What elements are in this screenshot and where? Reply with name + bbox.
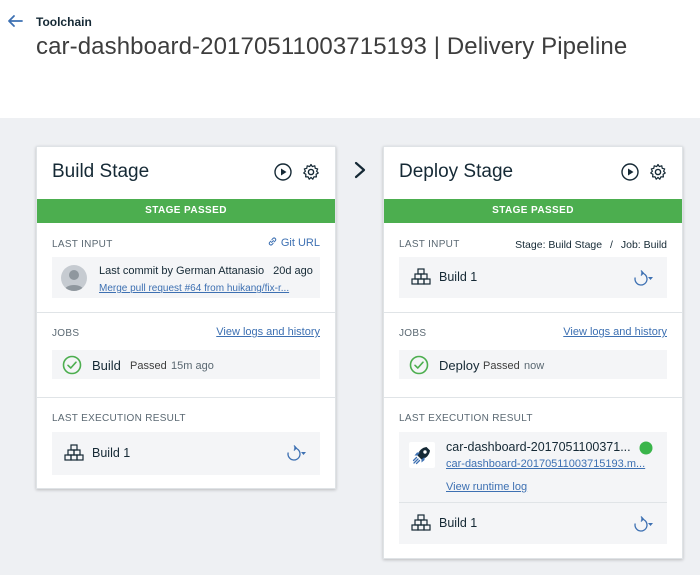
link-icon	[268, 237, 277, 246]
section-divider	[37, 397, 335, 398]
rerun-dropdown-icon[interactable]	[281, 444, 307, 462]
tile-divider	[399, 502, 667, 503]
breadcrumb[interactable]: Toolchain	[36, 15, 92, 29]
execution-build-label[interactable]: Build 1	[92, 446, 130, 460]
build-stage-card: Build Stage STAGE PASSED LAST INPUT Git …	[36, 146, 336, 489]
commit-author-text: Last commit by German Attanasio	[99, 265, 265, 277]
commit-author: Last commit by German Attanasio 20d ago	[99, 265, 313, 277]
chevron-right-icon	[354, 161, 366, 179]
section-divider	[384, 397, 682, 398]
app-url-link[interactable]: car-dashboard-20170511003715193.m...	[446, 458, 645, 470]
check-circle-icon	[409, 355, 429, 375]
check-circle-icon	[62, 355, 82, 375]
run-stage-play-icon[interactable]	[273, 162, 293, 182]
page-title: car-dashboard-20170511003715193 | Delive…	[36, 33, 628, 60]
input-source-separator: /	[610, 239, 613, 251]
last-commit-tile: Last commit by German Attanasio 20d ago …	[52, 257, 320, 298]
execution-build-label[interactable]: Build 1	[439, 516, 477, 530]
avatar-person-icon	[64, 270, 84, 291]
input-source-job: Job: Build	[620, 239, 667, 251]
job-name: Deploy	[439, 358, 480, 373]
git-url-label: Git URL	[280, 237, 320, 249]
deploy-stage-card: Deploy Stage STAGE PASSED LAST INPUT Sta…	[383, 146, 683, 559]
run-stage-play-icon[interactable]	[620, 162, 640, 182]
job-tile[interactable]: Build Passed 15m ago	[52, 350, 320, 379]
last-input-label: LAST INPUT	[399, 239, 460, 250]
last-execution-label: LAST EXECUTION RESULT	[399, 413, 533, 424]
page-header: Toolchain car-dashboard-2017051100371519…	[0, 0, 700, 118]
last-execution-label: LAST EXECUTION RESULT	[52, 413, 186, 424]
build-blocks-icon	[64, 444, 84, 461]
input-build-label[interactable]: Build 1	[439, 270, 477, 284]
stage-title: Deploy Stage	[399, 161, 514, 182]
stage-settings-gear-icon[interactable]	[648, 162, 668, 182]
last-input-label: LAST INPUT	[52, 239, 113, 250]
commit-message-link[interactable]: Merge pull request #64 from huikang/fix-…	[99, 283, 289, 294]
jobs-label: JOBS	[52, 328, 80, 339]
view-runtime-log-link[interactable]: View runtime log	[446, 481, 527, 493]
stage-status-banner: STAGE PASSED	[37, 199, 335, 223]
job-status: Passed	[130, 360, 167, 372]
job-tile[interactable]: Deploy Passed now	[399, 350, 667, 379]
rerun-dropdown-icon[interactable]	[628, 269, 654, 287]
section-divider	[384, 312, 682, 313]
build-blocks-icon	[411, 514, 431, 531]
job-status: Passed	[483, 360, 520, 372]
input-source-stage: Stage: Build Stage	[515, 239, 603, 251]
stage-title: Build Stage	[52, 161, 150, 182]
view-logs-link[interactable]: View logs and history	[563, 326, 667, 338]
stage-settings-gear-icon[interactable]	[301, 162, 321, 182]
app-rocket-icon	[409, 442, 435, 468]
stage-status-banner: STAGE PASSED	[384, 199, 682, 223]
execution-result-tile: car-dashboard-2017051100371... car-dashb…	[399, 432, 667, 544]
git-url-link[interactable]: Git URL	[267, 236, 320, 249]
build-blocks-icon	[411, 268, 431, 285]
back-arrow-icon[interactable]	[6, 12, 24, 30]
job-time: 15m ago	[171, 360, 214, 372]
section-divider	[37, 312, 335, 313]
commit-age: 20d ago	[273, 265, 313, 277]
running-status-dot-icon	[639, 441, 653, 455]
rerun-dropdown-icon[interactable]	[628, 515, 654, 533]
execution-result-tile: Build 1	[52, 432, 320, 475]
job-time: now	[524, 360, 545, 372]
input-build-tile: Build 1	[399, 257, 667, 298]
avatar	[61, 265, 87, 291]
job-name: Build	[92, 358, 121, 373]
app-name[interactable]: car-dashboard-2017051100371...	[446, 440, 631, 454]
input-source: Stage: Build Stage / Job: Build	[515, 239, 667, 251]
jobs-label: JOBS	[399, 328, 427, 339]
view-logs-link[interactable]: View logs and history	[216, 326, 320, 338]
